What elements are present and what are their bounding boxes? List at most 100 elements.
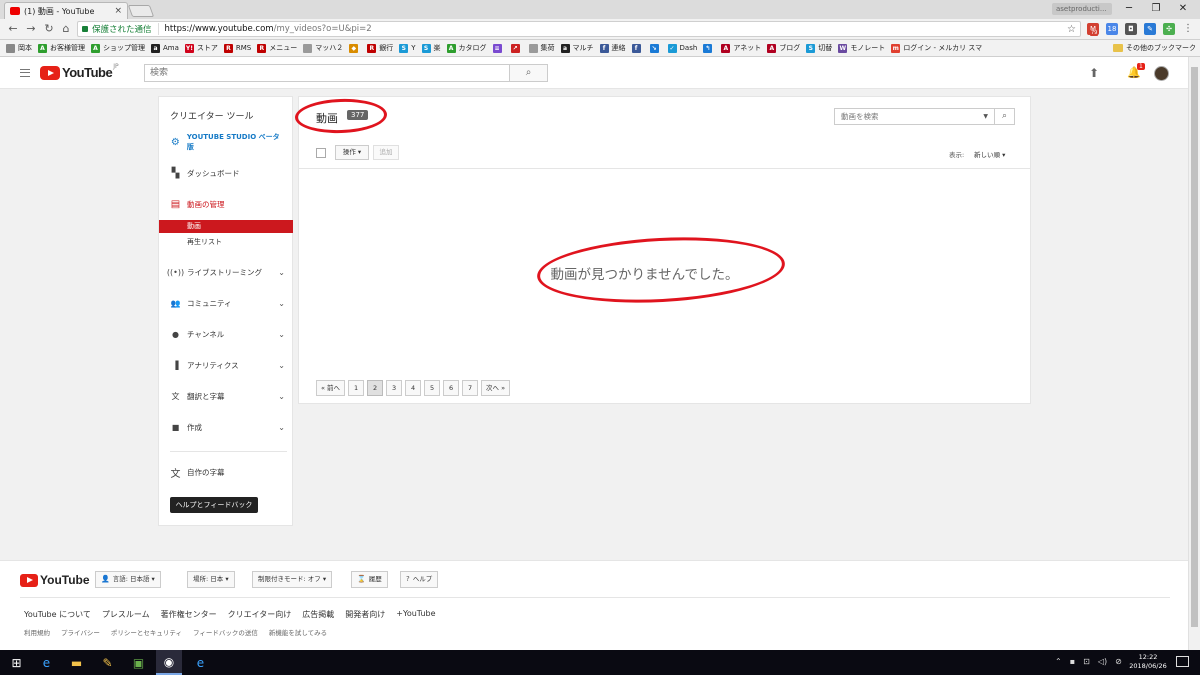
- sort-dropdown[interactable]: 新しい順 ▾: [974, 149, 1005, 159]
- help-feedback-button[interactable]: ヘルプとフィードバック: [170, 497, 258, 513]
- upload-icon[interactable]: ⬆: [1089, 66, 1099, 80]
- windows-start-icon[interactable]: ⊞: [8, 654, 25, 671]
- page-number-button[interactable]: 6: [443, 380, 460, 396]
- bookmark-item[interactable]: ✓ Dash: [667, 43, 697, 53]
- footer-link[interactable]: 新機能を試してみる: [269, 627, 327, 637]
- home-icon[interactable]: ⌂: [59, 22, 73, 36]
- maximize-button[interactable]: ❐: [1143, 1, 1169, 17]
- page-number-button[interactable]: 1: [348, 380, 365, 396]
- actions-button[interactable]: 操作 ▾: [335, 145, 369, 160]
- reload-icon[interactable]: ↻: [42, 22, 56, 36]
- search-input[interactable]: 検索: [144, 64, 510, 82]
- bookmark-item[interactable]: A お客様管理: [38, 43, 85, 53]
- internet-explorer-icon[interactable]: e: [38, 654, 55, 671]
- chrome-taskbar-icon[interactable]: ◉: [156, 650, 182, 675]
- bookmark-item[interactable]: 集荷: [528, 43, 555, 53]
- chevron-down-icon[interactable]: ⌄: [278, 392, 285, 401]
- close-window-button[interactable]: ✕: [1170, 1, 1196, 17]
- window-user-label[interactable]: asetproducti...: [1052, 3, 1112, 15]
- new-tab-button[interactable]: [127, 5, 155, 17]
- hamburger-menu-icon[interactable]: [20, 69, 30, 77]
- bookmark-item[interactable]: m ログイン - メルカリ スマ: [891, 43, 982, 53]
- back-arrow-icon[interactable]: ←: [6, 22, 20, 36]
- sidebar-item[interactable]: ((•)) ライブストリーミング ⌄: [167, 265, 285, 279]
- sidebar-item[interactable]: ● チャンネル ⌄: [170, 327, 285, 341]
- bookmark-item[interactable]: A アネット: [721, 43, 761, 53]
- select-all-checkbox[interactable]: [316, 148, 326, 158]
- volume-icon[interactable]: ◁): [1098, 657, 1107, 666]
- chevron-down-icon[interactable]: ⌄: [278, 268, 285, 277]
- browser-tab-youtube[interactable]: (1) 動画 - YouTube ×: [4, 2, 128, 19]
- forward-arrow-icon[interactable]: →: [24, 22, 38, 36]
- bookmark-item[interactable]: SY: [399, 43, 416, 53]
- sidebar-subitem-videos[interactable]: 動画: [159, 220, 293, 233]
- search-icon[interactable]: ⌕: [994, 109, 1014, 124]
- minimize-button[interactable]: ─: [1116, 1, 1142, 17]
- action-center-icon[interactable]: [1176, 656, 1189, 667]
- address-bar[interactable]: 保護された通信 https://www.youtube.com /my_vide…: [77, 21, 1081, 37]
- chevron-down-icon[interactable]: ⌄: [278, 423, 285, 432]
- bookmark-item[interactable]: R メニュー: [257, 43, 297, 53]
- help-button[interactable]: ? ヘルプ: [400, 571, 439, 588]
- footer-link[interactable]: プライバシー: [61, 627, 100, 637]
- app-icon[interactable]: ▣: [130, 654, 147, 671]
- footer-link[interactable]: クリエイター向け: [228, 609, 292, 620]
- sidebar-item[interactable]: 文翻訳と字幕 ⌄: [170, 389, 286, 403]
- footer-link[interactable]: 開発者向け: [345, 609, 385, 620]
- chevron-down-icon[interactable]: ⌄: [278, 299, 285, 308]
- page-scrollbar[interactable]: [1188, 57, 1200, 650]
- youtube-logo[interactable]: YouTube JP: [40, 63, 119, 80]
- bookmark-item[interactable]: a マルチ: [560, 43, 594, 53]
- avatar[interactable]: [1154, 66, 1169, 81]
- tray-app-icon[interactable]: ▪: [1070, 657, 1075, 666]
- chrome-menu-icon[interactable]: ⋮: [1182, 23, 1194, 35]
- bookmark-item[interactable]: a Ama: [151, 43, 179, 53]
- footer-youtube-logo[interactable]: YouTube: [20, 573, 90, 587]
- bookmark-item[interactable]: A ショップ管理: [91, 43, 145, 53]
- page-number-button[interactable]: 2: [367, 380, 384, 396]
- page-number-button[interactable]: 7: [462, 380, 479, 396]
- network-icon[interactable]: ⊡: [1083, 657, 1090, 666]
- tray-chevron-icon[interactable]: ⌃: [1055, 657, 1062, 666]
- bookmark-item[interactable]: マッハ２: [303, 43, 343, 53]
- history-button[interactable]: ⌛ 履歴: [351, 571, 388, 588]
- file-explorer-icon[interactable]: ▬: [68, 654, 85, 671]
- bookmark-item[interactable]: S楽: [421, 43, 441, 53]
- other-bookmarks-folder[interactable]: その他のブックマーク: [1113, 43, 1196, 53]
- footer-link[interactable]: +YouTube: [396, 609, 435, 620]
- footer-link[interactable]: 著作権センター: [161, 609, 217, 620]
- edge-icon[interactable]: e: [192, 654, 209, 671]
- bookmark-item[interactable]: ◆: [349, 43, 361, 53]
- taskbar-clock[interactable]: 12:22 2018/06/26: [1127, 653, 1169, 671]
- bookmark-item[interactable]: ↗: [510, 43, 523, 53]
- bookmark-item[interactable]: f 連絡: [599, 43, 626, 53]
- restricted-mode-button[interactable]: 制限付きモード: オフ ▾: [252, 571, 333, 588]
- calendar-extension-icon[interactable]: 18: [1106, 23, 1118, 35]
- footer-link[interactable]: 利用規約: [24, 627, 50, 637]
- add-button[interactable]: 追加: [373, 145, 399, 160]
- sidebar-item[interactable]: 👥 コミュニティ ⌄: [170, 296, 285, 310]
- video-search-input[interactable]: 動画を検索 ▼ ⌕: [834, 108, 1015, 125]
- footer-link[interactable]: フィードバックの送信: [193, 627, 258, 637]
- bookmark-item[interactable]: Y! ストア: [184, 43, 218, 53]
- scrollbar-thumb[interactable]: [1191, 67, 1198, 627]
- bookmark-item[interactable]: W モノレート: [838, 43, 885, 53]
- next-page-button[interactable]: 次へ »: [481, 380, 511, 396]
- tray-status-icon[interactable]: ⊘: [1115, 657, 1122, 666]
- sidebar-item-youtube-studio[interactable]: ⚙ YOUTUBE STUDIO ベータ版: [170, 133, 285, 151]
- bookmark-item[interactable]: A ブログ: [767, 43, 800, 53]
- bookmark-item[interactable]: ↰: [703, 43, 715, 53]
- prev-page-button[interactable]: « 前へ: [316, 380, 346, 396]
- search-button[interactable]: ⌕: [509, 64, 548, 82]
- search-dropdown-icon[interactable]: ▼: [983, 109, 988, 124]
- footer-link[interactable]: YouTube について: [24, 609, 91, 620]
- bookmark-star-icon[interactable]: ☆: [1067, 24, 1076, 35]
- clover-extension-icon[interactable]: ✣: [1163, 23, 1175, 35]
- bookmark-item[interactable]: R 銀行: [367, 43, 393, 53]
- bookmark-item[interactable]: f: [631, 43, 644, 53]
- bookmark-item[interactable]: 岡本: [6, 43, 32, 53]
- sidebar-item-own-subtitles[interactable]: 文 自作の字幕: [170, 465, 285, 480]
- tool-app-icon[interactable]: ✎: [99, 654, 116, 671]
- footer-link[interactable]: ポリシーとセキュリティ: [111, 627, 182, 637]
- location-button[interactable]: 場所: 日本 ▾: [187, 571, 235, 588]
